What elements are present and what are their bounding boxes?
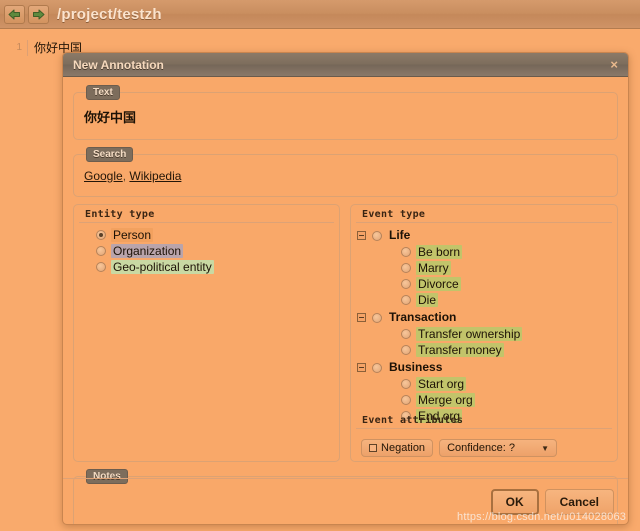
ok-button[interactable]: OK (490, 488, 539, 515)
radio-icon[interactable] (401, 345, 412, 355)
event-option-label: Marry (416, 261, 451, 275)
cancel-button[interactable]: Cancel (544, 488, 614, 515)
event-group-label-1: Transaction (389, 310, 457, 324)
radio-icon[interactable] (401, 379, 412, 389)
search-section: Search Google, Wikipedia (73, 147, 618, 197)
event-option-label: Start org (416, 377, 467, 391)
back-button[interactable] (4, 4, 25, 24)
event-attributes-heading: Event attributes (356, 411, 612, 429)
radio-icon[interactable] (401, 247, 412, 257)
document-path-label[interactable]: /project/testzh (57, 6, 162, 23)
event-option-2-0[interactable]: Start org (401, 376, 617, 392)
forward-button[interactable] (28, 4, 49, 24)
radio-icon[interactable] (96, 230, 106, 240)
entity-option-0[interactable]: Person (96, 227, 339, 243)
close-icon[interactable]: × (608, 58, 620, 71)
top-navigation-bar: /project/testzh (0, 0, 640, 29)
event-group-label-0: Life (389, 228, 411, 242)
event-group-label-2: Business (389, 360, 443, 374)
dialog-body: Text 你好中国 Search Google, Wikipedia Entit… (63, 77, 628, 524)
collapse-minus-icon[interactable] (357, 363, 367, 372)
text-section: Text 你好中国 (73, 85, 618, 140)
search-link-separator: , (122, 169, 127, 183)
radio-icon[interactable] (96, 246, 106, 256)
event-type-panel: Event type Life Be born Marry Divorce Die Tra… (350, 204, 618, 462)
entity-option-2[interactable]: Geo-political entity (96, 259, 339, 275)
confidence-dropdown[interactable]: Confidence: ? ▼ (439, 439, 558, 457)
entity-option-label: Person (111, 228, 154, 242)
event-option-label: Transfer ownership (416, 327, 523, 341)
annotation-text-value: 你好中国 (84, 110, 137, 125)
event-option-1-1[interactable]: Transfer money (401, 342, 617, 358)
entity-type-panel: Entity type Person Organization Geo-politi… (73, 204, 341, 462)
entity-type-options: Person Organization Geo-political entity (74, 227, 339, 275)
event-group-children-0: Be born Marry Divorce Die (357, 244, 617, 308)
event-option-0-2[interactable]: Divorce (401, 276, 617, 292)
radio-icon[interactable] (401, 295, 412, 305)
entity-type-heading: Entity type (79, 205, 335, 223)
event-type-heading: Event type (356, 205, 612, 223)
event-option-label: Merge org (416, 393, 475, 407)
dialog-title: New Annotation (73, 57, 164, 72)
entity-option-label: Organization (111, 244, 184, 258)
event-group-children-1: Transfer ownership Transfer money (357, 326, 617, 358)
event-attributes-row: Negation Confidence: ? ▼ (351, 433, 617, 457)
radio-icon[interactable] (372, 312, 383, 323)
radio-icon[interactable] (401, 279, 412, 289)
event-group-0: Life Be born Marry Divorce Die (357, 227, 617, 308)
event-option-label: Be born (416, 245, 463, 259)
event-attributes-section: Event attributes Negation Confidence: ? … (351, 411, 617, 457)
event-group-row-0[interactable]: Life (357, 227, 617, 244)
dialog-footer: OK Cancel (63, 478, 628, 524)
new-annotation-dialog: New Annotation × Text 你好中国 Search Google… (62, 52, 629, 525)
radio-icon[interactable] (372, 230, 383, 241)
event-type-tree: Life Be born Marry Divorce Die Transaction Tra… (351, 227, 617, 424)
arrow-left-icon (8, 9, 21, 20)
search-link-google[interactable]: Google (84, 169, 123, 183)
negation-label: Negation (381, 442, 426, 454)
event-group-1: Transaction Transfer ownership Transfer mo… (357, 309, 617, 358)
confidence-label: Confidence: ? (447, 442, 515, 454)
negation-toggle-button[interactable]: Negation (361, 439, 434, 457)
event-group-row-1[interactable]: Transaction (357, 309, 617, 326)
checkbox-icon (369, 444, 378, 452)
type-selection-row: Entity type Person Organization Geo-politi… (73, 204, 618, 462)
arrow-right-icon (32, 9, 45, 20)
search-links: Google, Wikipedia (82, 166, 609, 189)
collapse-minus-icon[interactable] (357, 231, 367, 240)
event-option-label: Transfer money (416, 343, 504, 357)
search-link-wikipedia[interactable]: Wikipedia (129, 169, 181, 183)
event-option-label: Die (416, 293, 439, 307)
radio-icon[interactable] (96, 262, 106, 272)
line-number: 1 (8, 40, 28, 56)
radio-icon[interactable] (372, 362, 383, 373)
event-option-1-0[interactable]: Transfer ownership (401, 326, 617, 342)
entity-option-1[interactable]: Organization (96, 243, 339, 259)
event-option-0-0[interactable]: Be born (401, 244, 617, 260)
search-section-legend: Search (86, 147, 134, 162)
collapse-minus-icon[interactable] (357, 313, 367, 322)
text-section-legend: Text (86, 85, 120, 100)
event-group-row-2[interactable]: Business (357, 359, 617, 376)
event-option-2-1[interactable]: Merge org (401, 392, 617, 408)
radio-icon[interactable] (401, 395, 412, 405)
event-option-label: Divorce (416, 277, 461, 291)
event-option-0-1[interactable]: Marry (401, 260, 617, 276)
radio-icon[interactable] (401, 329, 412, 339)
chevron-down-icon: ▼ (541, 443, 550, 453)
entity-option-label: Geo-political entity (111, 260, 214, 274)
radio-icon[interactable] (401, 263, 412, 273)
event-option-0-3[interactable]: Die (401, 292, 617, 308)
dialog-titlebar[interactable]: New Annotation × (63, 53, 628, 77)
